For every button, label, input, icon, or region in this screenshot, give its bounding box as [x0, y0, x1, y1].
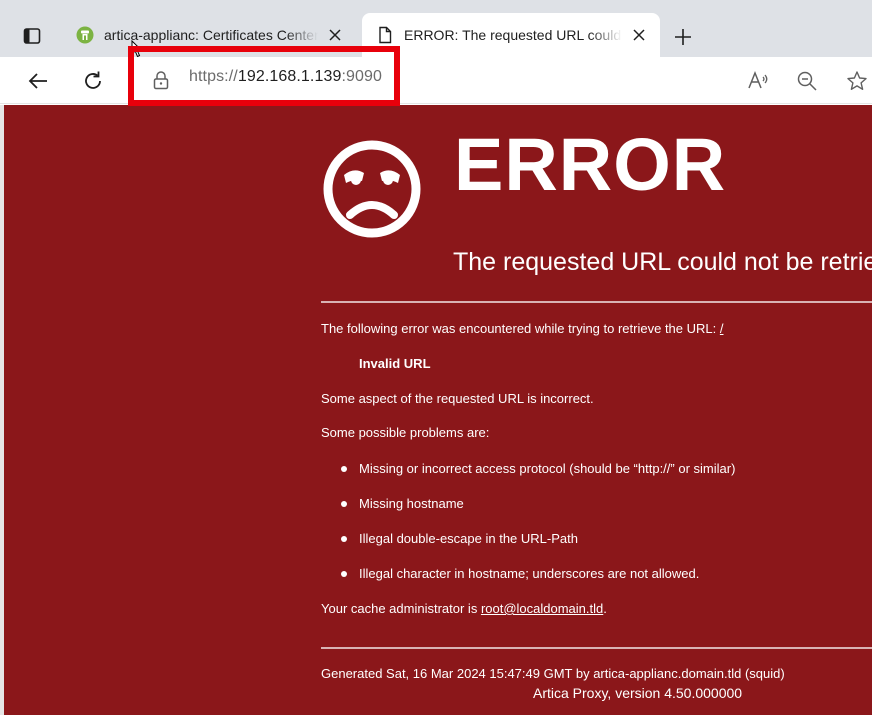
browser-window: artica-applianc: Certificates Center ERR… — [0, 0, 872, 715]
problem-item: Missing hostname — [341, 496, 464, 511]
artica-favicon-icon — [76, 26, 94, 44]
plus-icon — [675, 29, 691, 45]
problem-text: Illegal double-escape in the URL-Path — [359, 531, 578, 546]
admin-label: Your cache administrator is — [321, 601, 481, 616]
tab-actions-icon — [23, 28, 41, 44]
bullet-icon — [341, 500, 347, 507]
requested-url-link[interactable]: / — [720, 321, 724, 336]
read-aloud-icon — [748, 70, 768, 89]
admin-contact: Your cache administrator is root@localdo… — [321, 601, 607, 616]
problem-text: Missing hostname — [359, 496, 464, 511]
error-page — [4, 105, 872, 715]
intro-label: The following error was encountered whil… — [321, 321, 720, 336]
tab-close-button[interactable] — [630, 26, 648, 44]
close-icon — [633, 29, 645, 41]
problem-item: Missing or incorrect access protocol (sh… — [341, 461, 735, 476]
problem-text: Illegal character in hostname; underscor… — [359, 566, 700, 581]
sad-face-icon — [323, 140, 421, 238]
problem-item: Illegal double-escape in the URL-Path — [341, 531, 578, 546]
error-title: ERROR — [454, 123, 727, 206]
intro-text: The following error was encountered whil… — [321, 321, 723, 336]
refresh-icon — [85, 71, 101, 89]
close-icon — [329, 29, 341, 41]
bottom-divider — [321, 647, 872, 649]
generated-footer: Generated Sat, 16 Mar 2024 15:47:49 GMT … — [321, 666, 785, 681]
error-name: Invalid URL — [359, 356, 431, 371]
problems-heading: Some possible problems are: — [321, 425, 490, 440]
admin-email-link[interactable]: root@localdomain.tld — [481, 601, 603, 616]
zoom-out-icon — [797, 71, 817, 91]
back-button[interactable] — [24, 67, 52, 95]
favorite-button[interactable] — [843, 67, 871, 95]
version-footer: Artica Proxy, version 4.50.000000 — [533, 685, 743, 701]
error-description: Some aspect of the requested URL is inco… — [321, 391, 594, 406]
zoom-button[interactable] — [793, 67, 821, 95]
new-tab-button[interactable] — [670, 24, 696, 50]
bullet-icon — [341, 570, 347, 577]
tab-actions-button[interactable] — [18, 22, 46, 50]
admin-suffix: . — [603, 601, 607, 616]
problem-item: Illegal character in hostname; underscor… — [341, 566, 699, 581]
top-divider — [321, 301, 872, 303]
tab-title: ERROR: The requested URL could not be re… — [404, 27, 622, 43]
address-highlight-box — [128, 46, 400, 106]
tab-close-button[interactable] — [326, 26, 344, 44]
error-subtitle: The requested URL could not be retrieved — [453, 248, 872, 276]
read-aloud-button[interactable] — [744, 67, 772, 95]
bullet-icon — [341, 535, 347, 542]
tab-error-page[interactable]: ERROR: The requested URL could not be re… — [362, 13, 660, 57]
problem-text: Missing or incorrect access protocol (sh… — [359, 461, 736, 476]
refresh-button[interactable] — [79, 67, 107, 95]
back-arrow-icon — [28, 73, 47, 89]
document-icon — [379, 26, 392, 44]
star-icon — [847, 71, 867, 90]
bullet-icon — [341, 465, 347, 472]
